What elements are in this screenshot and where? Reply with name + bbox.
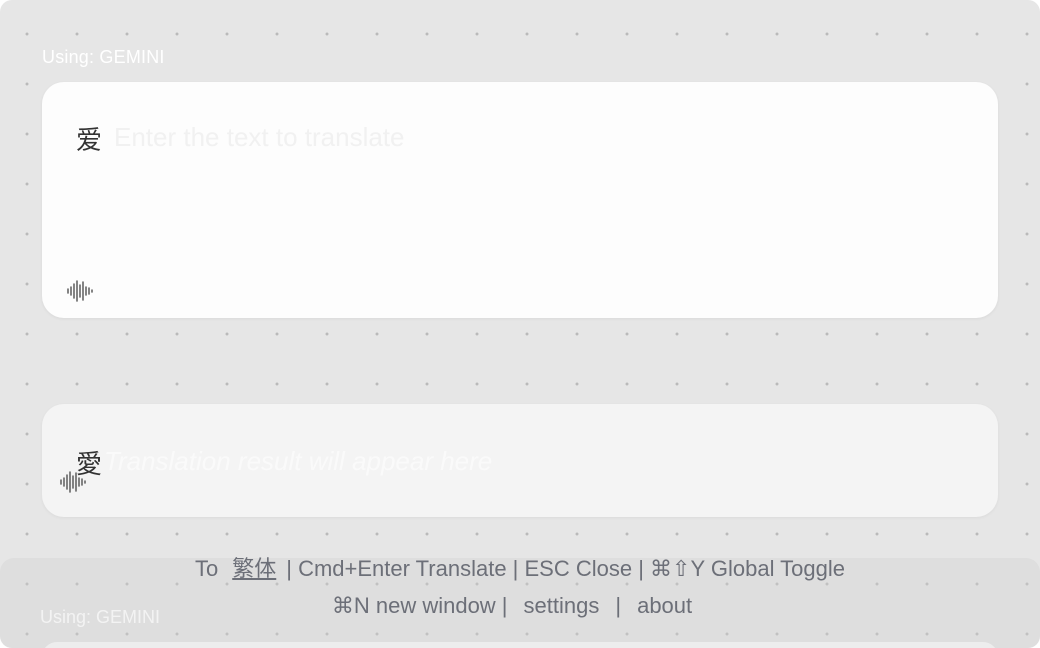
result-placeholder: Translation result will appear here [104,446,493,476]
shortcut-hints: | Cmd+Enter Translate | ESC Close | ⌘⇧Y … [286,556,845,581]
translator-window: Using: GEMINI Enter the text to translat… [0,0,1040,648]
footer-shortcuts-row: To 繁体 | Cmd+Enter Translate | ESC Close | … [0,551,1040,583]
footer-separator: | [615,593,622,618]
source-text[interactable]: 爱 [76,120,102,157]
audio-waveform-icon[interactable] [59,470,87,494]
background-input-card [42,642,998,648]
source-text-area[interactable]: Enter the text to translate 爱 [42,82,998,318]
about-link[interactable]: about [637,593,692,619]
translation-result-area[interactable]: Translation result will appear here 愛 [42,404,998,517]
settings-link[interactable]: settings [524,593,600,619]
provider-label: Using: GEMINI [42,47,165,67]
footer-links-row: ⌘N new window | settings | about [0,593,1040,619]
source-placeholder: Enter the text to translate [114,122,405,152]
audio-waveform-icon[interactable] [66,279,94,303]
new-window-hint: ⌘N new window | [331,593,508,618]
target-language-link[interactable]: 繁体 [232,551,276,583]
target-language-prefix: To [194,556,219,581]
